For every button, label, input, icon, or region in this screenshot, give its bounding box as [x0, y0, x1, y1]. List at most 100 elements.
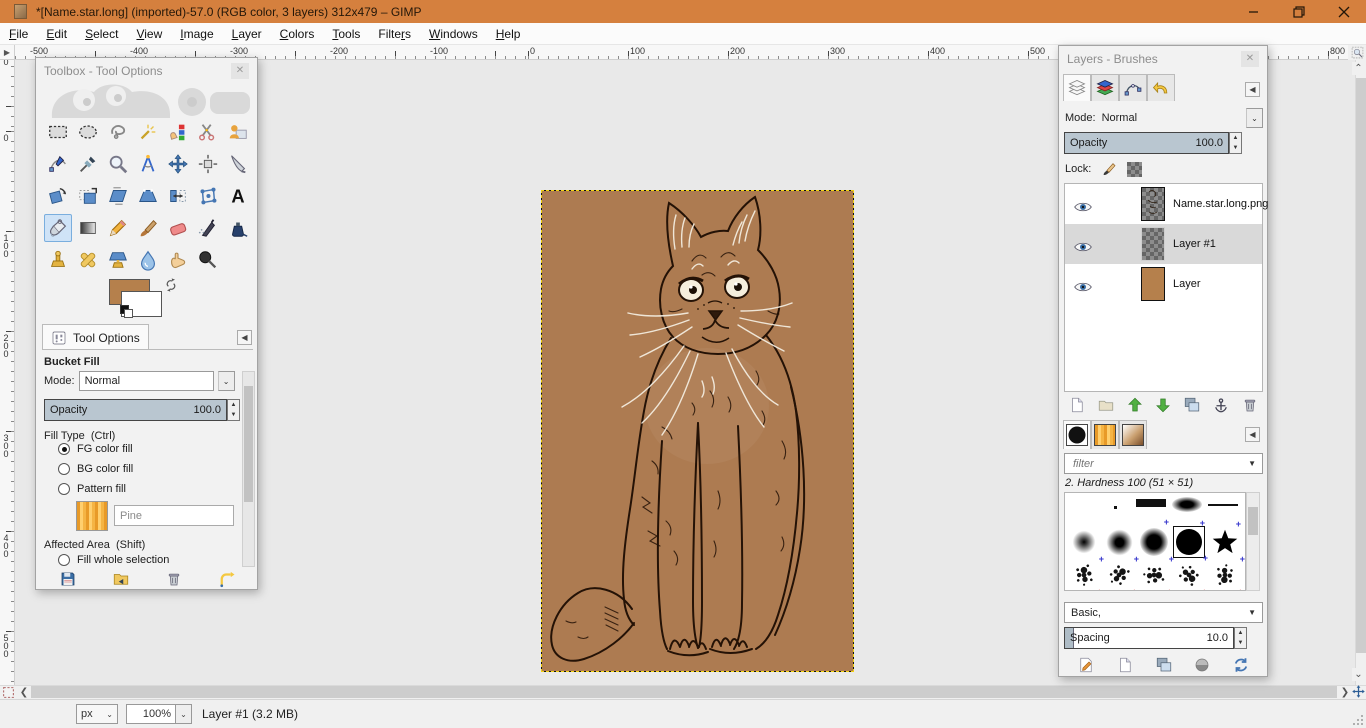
brush-block[interactable]: +	[1135, 492, 1167, 519]
brush-hardness-100[interactable]: +	[1173, 526, 1205, 558]
opacity-spinner[interactable]: ▲▼	[227, 399, 240, 421]
resize-grip[interactable]	[1352, 714, 1364, 726]
tool-options-scrollbar[interactable]	[242, 371, 255, 567]
pattern-name-field[interactable]	[114, 505, 234, 526]
layer-thumbnail[interactable]	[1141, 267, 1165, 301]
reset-options-button[interactable]	[217, 569, 237, 589]
zoom-level-field[interactable]: 100%	[126, 704, 176, 724]
visibility-eye-icon[interactable]	[1073, 237, 1093, 251]
spacing-spinner[interactable]: ▲▼	[1234, 627, 1247, 649]
tool-rectangle-select[interactable]	[44, 118, 72, 146]
vertical-ruler[interactable]: -1000100200300400500	[0, 60, 15, 685]
brush-grid-scrollbar[interactable]	[1246, 492, 1260, 591]
tool-unified-transform[interactable]	[194, 182, 222, 210]
restore-options-button[interactable]	[111, 569, 131, 589]
tool-shear[interactable]	[104, 182, 132, 210]
brush-pixel[interactable]	[1099, 492, 1131, 523]
tool-crop[interactable]	[224, 150, 252, 178]
tool-bucket-fill[interactable]	[44, 214, 72, 242]
tool-flip[interactable]	[164, 182, 192, 210]
menu-tools[interactable]: Tools	[323, 25, 369, 43]
tool-foreground-select[interactable]	[224, 118, 252, 146]
layers-title-bar[interactable]: Layers - Brushes ✕	[1059, 46, 1267, 71]
menu-colors[interactable]: Colors	[271, 25, 324, 43]
tool-text[interactable]: A	[224, 182, 252, 210]
tool-measure[interactable]	[134, 150, 162, 178]
tool-heal[interactable]	[74, 246, 102, 274]
brush-hardness-025[interactable]: +	[1068, 526, 1100, 558]
save-options-button[interactable]	[58, 569, 78, 589]
layer-opacity-spinner[interactable]: ▲▼	[1229, 132, 1242, 154]
brush-line[interactable]: +	[1207, 492, 1239, 521]
layer-thumbnail[interactable]	[1141, 227, 1165, 261]
menu-windows[interactable]: Windows	[420, 25, 487, 43]
new-layer-button[interactable]	[1067, 395, 1087, 415]
toolbox-title-bar[interactable]: Toolbox - Tool Options ✕	[36, 58, 257, 83]
brush-chalk-3[interactable]: +	[1138, 559, 1170, 591]
fill-type-fg-color-fill[interactable]: FG color fill	[58, 443, 133, 455]
tool-scale[interactable]	[74, 182, 102, 210]
radio-icon[interactable]	[58, 463, 70, 475]
tool-blur-sharpen[interactable]	[134, 246, 162, 274]
visibility-eye-icon[interactable]	[1073, 197, 1093, 211]
zoom-follow-window-icon[interactable]	[1348, 45, 1366, 60]
zoom-dropdown-button[interactable]: ⌄	[176, 704, 192, 724]
collapse-left-icon[interactable]: ◀	[1245, 427, 1260, 442]
undo-history-tab[interactable]	[1147, 74, 1175, 101]
scroll-right-button[interactable]: ❯	[1338, 686, 1352, 699]
pattern-thumbnail[interactable]	[76, 501, 108, 531]
chevron-down-icon[interactable]: ⌄	[218, 371, 235, 391]
tool-clone[interactable]	[44, 246, 72, 274]
brush-filter-combo[interactable]: ▼	[1064, 453, 1263, 474]
close-icon[interactable]: ✕	[1241, 51, 1259, 67]
tool-zoom[interactable]	[104, 150, 132, 178]
collapse-left-icon[interactable]: ◀	[1245, 82, 1260, 97]
brush-hardness-075[interactable]: +	[1138, 526, 1170, 558]
spacing-slider[interactable]: Spacing 10.0	[1064, 627, 1234, 649]
lock-pixels-icon[interactable]	[1100, 161, 1118, 177]
opacity-slider[interactable]: Opacity 100.0	[44, 399, 227, 421]
tool-dodge-burn[interactable]	[194, 246, 222, 274]
tool-rotate[interactable]	[44, 182, 72, 210]
canvas-image[interactable]	[541, 190, 854, 672]
brush-chalk-5[interactable]: +	[1209, 559, 1241, 591]
brush-star[interactable]: +	[1209, 526, 1241, 558]
tool-color-picker[interactable]	[74, 150, 102, 178]
layer-thumbnail[interactable]	[1141, 187, 1165, 221]
tool-ink[interactable]	[224, 214, 252, 242]
quick-mask-toggle[interactable]	[2, 686, 17, 699]
tool-scissors-select[interactable]	[194, 118, 222, 146]
vertical-scroll-thumb[interactable]	[1356, 78, 1366, 653]
visibility-eye-icon[interactable]	[1073, 277, 1093, 291]
swap-colors-icon[interactable]	[163, 277, 179, 293]
radio-icon[interactable]	[58, 554, 70, 566]
layer-row-layer-1[interactable]: Layer #1	[1065, 224, 1262, 264]
restore-button[interactable]	[1276, 0, 1321, 23]
canvas-artwork-cat[interactable]	[542, 191, 853, 671]
tool-paintbrush[interactable]	[134, 214, 162, 242]
delete-brush-button[interactable]	[1192, 655, 1212, 675]
scroll-down-button[interactable]: ⌄	[1352, 668, 1365, 681]
tool-perspective-clone[interactable]	[104, 246, 132, 274]
close-icon[interactable]: ✕	[231, 63, 249, 79]
tool-free-select[interactable]	[104, 118, 132, 146]
brush-hardness-050[interactable]: +	[1103, 526, 1135, 558]
brush-group-select[interactable]: Basic, ▼	[1064, 602, 1263, 623]
menu-file[interactable]: File	[0, 25, 37, 43]
tool-gradient[interactable]	[74, 214, 102, 242]
fill-type-bg-color-fill[interactable]: BG color fill	[58, 463, 133, 475]
scroll-up-button[interactable]: ⌃	[1352, 62, 1365, 75]
layer-row-layer[interactable]: Layer	[1065, 264, 1262, 304]
collapse-left-icon[interactable]: ◀	[237, 330, 252, 345]
edit-brush-button[interactable]	[1076, 655, 1096, 675]
tool-airbrush[interactable]	[194, 214, 222, 242]
layer-row-name-star-long-png[interactable]: Name.star.long.png	[1065, 184, 1262, 224]
tool-perspective[interactable]	[134, 182, 162, 210]
fill-type-pattern-fill[interactable]: Pattern fill	[58, 483, 126, 495]
gradients-tab[interactable]	[1119, 420, 1147, 449]
layers-tab[interactable]	[1063, 74, 1091, 101]
navigation-cross-icon[interactable]	[1351, 684, 1366, 699]
brush-chalk-4[interactable]: +	[1173, 559, 1205, 591]
mode-select[interactable]: Normal	[79, 371, 214, 391]
menu-filters[interactable]: Filters	[369, 25, 420, 43]
